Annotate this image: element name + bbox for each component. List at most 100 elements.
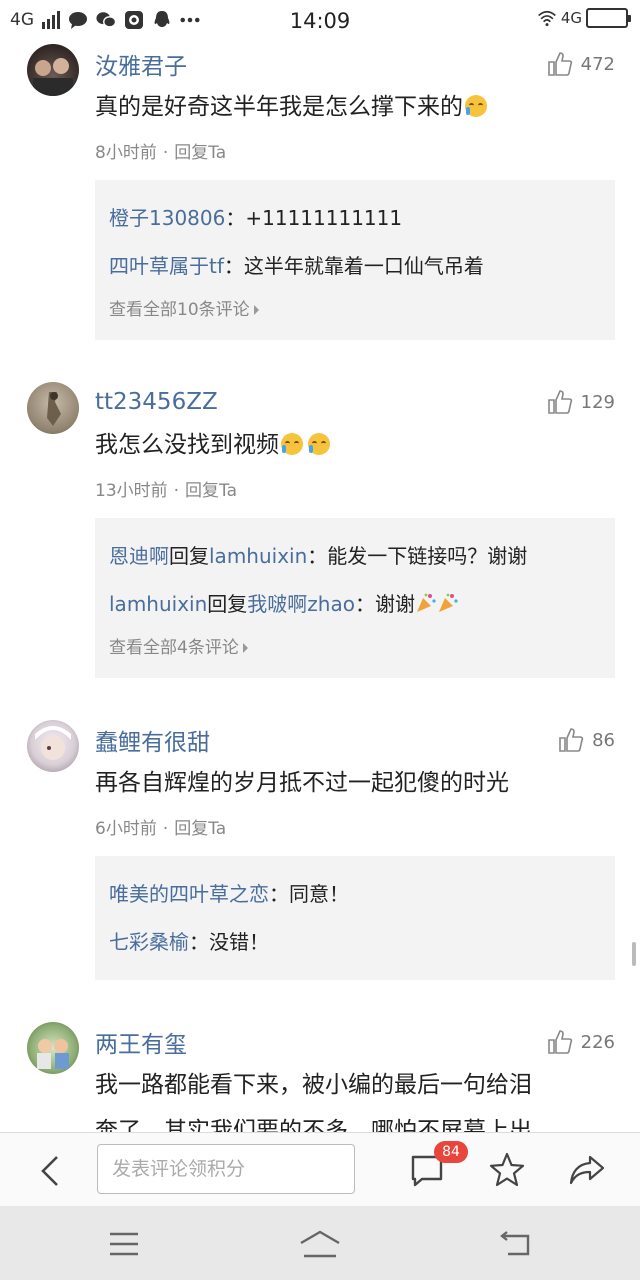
comment-username[interactable]: 蠢鲤有很甜: [95, 723, 210, 757]
like-count: 472: [580, 53, 615, 75]
comment-text: 我一路都能看下来，被小编的最后一句给泪 奔了，其实我们要的不多，哪怕不屏幕上出: [95, 1062, 615, 1132]
reply-username[interactable]: lamhuixin: [109, 592, 207, 616]
reply-target-username[interactable]: lamhuixin: [209, 544, 307, 568]
reply-link[interactable]: 回复Ta: [174, 143, 226, 163]
reply-item[interactable]: 四叶草属于tf：这半年就靠着一口仙气吊着: [109, 242, 601, 290]
comment-text: 真的是好奇这半年我是怎么撑下来的: [95, 84, 615, 130]
reply-text: ：谢谢: [354, 592, 415, 616]
comment-meta: 13小时前 · 回复Ta: [95, 481, 238, 501]
reply-target-username[interactable]: 我啵啊zhao: [247, 592, 355, 616]
reply-text: ：能发一下链接吗？谢谢: [307, 544, 528, 568]
reply-item[interactable]: 唯美的四叶草之恋：同意！: [109, 870, 601, 918]
star-icon: [489, 1152, 525, 1187]
thumbs-up-icon: [547, 1030, 572, 1054]
comment-text-content: 我怎么没找到视频: [95, 432, 279, 458]
comment-username[interactable]: 两王有玺: [95, 1025, 187, 1059]
comment-item: 两王有玺 226 我一路都能看下来，被小编的最后一句给泪 奔了，其实我们要的不多…: [0, 1022, 640, 1132]
battery-icon: [586, 8, 631, 28]
home-button[interactable]: [298, 1222, 342, 1266]
crying-emoji-icon: [281, 433, 303, 455]
like-button[interactable]: 472: [547, 51, 615, 77]
back-button[interactable]: [30, 1151, 70, 1191]
status-bar: 4G 14:09 4G: [0, 0, 640, 44]
comment-item: 蠢鲤有很甜 86 再各自辉煌的岁月抵不过一起犯傻的时光 6小时前 · 回复Ta 唯美…: [0, 720, 640, 980]
wifi-icon: [537, 8, 557, 28]
like-count: 129: [580, 391, 615, 413]
reply-item[interactable]: 七彩桑榆：没错！: [109, 918, 601, 966]
reply-box: 恩迪啊回复lamhuixin：能发一下链接吗？谢谢 lamhuixin回复我啵啊…: [95, 518, 615, 678]
comment-item: 汝雅君子 472 真的是好奇这半年我是怎么撑下来的 8小时前 · 回复Ta 橙子13…: [0, 44, 640, 340]
reply-text: ：没错！: [189, 930, 269, 954]
return-icon: [500, 1231, 530, 1256]
chevron-left-icon: [41, 1156, 58, 1186]
network-type-right: 4G: [560, 9, 582, 27]
comment-text-line: 奔了，其实我们要的不多，哪怕不屏幕上出: [95, 1118, 532, 1132]
home-icon: [300, 1230, 340, 1258]
like-count: 86: [592, 729, 615, 751]
share-icon: [569, 1155, 605, 1185]
comment-time: 13小时前: [95, 481, 168, 501]
view-all-replies-link[interactable]: 查看全部4条评论: [109, 628, 601, 668]
comment-item: tt23456ZZ 129 我怎么没找到视频 13小时前 · 回复Ta 恩迪啊回复l…: [0, 382, 640, 678]
like-button[interactable]: 86: [558, 727, 615, 753]
view-all-replies-label: 查看全部4条评论: [109, 638, 239, 658]
comment-text: 再各自辉煌的岁月抵不过一起犯傻的时光: [95, 770, 509, 796]
avatar[interactable]: [27, 1022, 79, 1074]
share-button[interactable]: [566, 1149, 610, 1193]
reply-box: 橙子130806：+11111111111 四叶草属于tf：这半年就靠着一口仙气…: [95, 180, 615, 340]
reply-connector: 回复: [207, 592, 248, 616]
comment-text: 我怎么没找到视频: [95, 422, 615, 468]
comment-time: 6小时前: [95, 819, 157, 839]
reply-item[interactable]: 恩迪啊回复lamhuixin：能发一下链接吗？谢谢: [109, 532, 601, 580]
comments-button[interactable]: 84: [408, 1141, 468, 1193]
crying-emoji-icon: [465, 95, 487, 117]
menu-icon: [110, 1232, 138, 1256]
back-system-button[interactable]: [494, 1222, 538, 1266]
party-popper-icon: [438, 593, 458, 612]
like-button[interactable]: 129: [547, 389, 615, 415]
reply-username[interactable]: 七彩桑榆: [109, 930, 189, 954]
favorite-button[interactable]: [486, 1149, 530, 1193]
like-count: 226: [580, 1031, 615, 1053]
avatar[interactable]: [27, 720, 79, 772]
crying-emoji-icon: [308, 433, 330, 455]
reply-text: ：这半年就靠着一口仙气吊着: [223, 254, 484, 278]
avatar[interactable]: [27, 44, 79, 96]
menu-button[interactable]: [102, 1222, 146, 1266]
view-all-replies-label: 查看全部10条评论: [109, 300, 250, 320]
comment-meta: 6小时前 · 回复Ta: [95, 819, 227, 839]
comment-username[interactable]: 汝雅君子: [95, 47, 187, 81]
scrollbar-thumb[interactable]: [632, 942, 636, 966]
view-all-replies-link[interactable]: 查看全部10条评论: [109, 290, 601, 330]
comment-count-badge: 84: [434, 1141, 468, 1163]
status-right: 4G: [537, 8, 631, 28]
thumbs-up-icon: [547, 390, 572, 414]
comment-meta: 8小时前 · 回复Ta: [95, 143, 227, 163]
comment-feed[interactable]: 汝雅君子 472 真的是好奇这半年我是怎么撑下来的 8小时前 · 回复Ta 橙子13…: [0, 44, 640, 1132]
system-navigation-bar: [0, 1206, 640, 1280]
caret-right-icon: [253, 305, 259, 315]
like-button[interactable]: 226: [547, 1029, 615, 1055]
reply-item[interactable]: lamhuixin回复我啵啊zhao：谢谢: [109, 580, 601, 628]
reply-username[interactable]: 恩迪啊: [109, 544, 169, 568]
reply-username[interactable]: 唯美的四叶草之恋: [109, 882, 269, 906]
reply-text: ：+11111111111: [225, 206, 403, 230]
comment-username[interactable]: tt23456ZZ: [95, 389, 218, 415]
comment-text-line: 我一路都能看下来，被小编的最后一句给泪: [95, 1072, 532, 1098]
comment-text-content: 真的是好奇这半年我是怎么撑下来的: [95, 94, 463, 120]
reply-link[interactable]: 回复Ta: [174, 819, 226, 839]
reply-box: 唯美的四叶草之恋：同意！ 七彩桑榆：没错！: [95, 856, 615, 980]
comment-time: 8小时前: [95, 143, 157, 163]
comment-action-bar: 84: [0, 1132, 640, 1206]
reply-connector: 回复: [169, 544, 209, 568]
reply-username[interactable]: 四叶草属于tf: [109, 254, 224, 278]
comment-input[interactable]: [97, 1144, 355, 1194]
caret-right-icon: [242, 643, 248, 653]
thumbs-up-icon: [547, 52, 572, 76]
reply-item[interactable]: 橙子130806：+11111111111: [109, 194, 601, 242]
avatar[interactable]: [27, 382, 79, 434]
reply-link[interactable]: 回复Ta: [185, 481, 237, 501]
reply-username[interactable]: 橙子130806: [109, 206, 225, 230]
thumbs-up-icon: [559, 728, 584, 752]
party-popper-icon: [416, 593, 436, 612]
